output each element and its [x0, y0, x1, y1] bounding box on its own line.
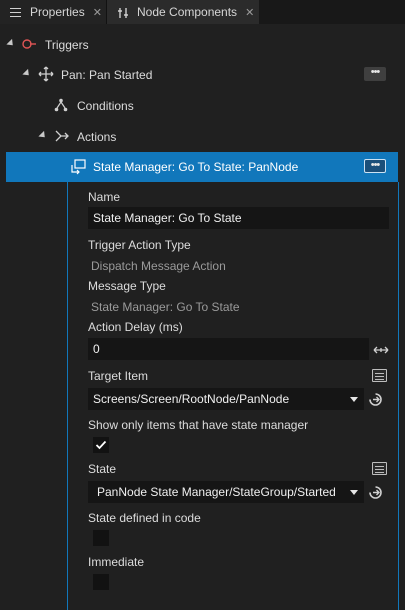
target-item-dropdown[interactable]: Screens/Screen/RootNode/PanNode	[88, 388, 364, 410]
tree-label-triggers: Triggers	[45, 38, 89, 52]
tab-properties-label: Properties	[30, 5, 85, 19]
message-type-value: State Manager: Go To State	[91, 300, 240, 314]
tab-bar: Properties ✕ Node Components ✕	[0, 0, 405, 24]
target-item-value: Screens/Screen/RootNode/PanNode	[93, 392, 290, 406]
conditions-icon	[54, 98, 68, 115]
state-defined-in-code-checkbox[interactable]	[93, 530, 109, 546]
expand-triangle-icon[interactable]	[38, 130, 48, 141]
tree-label-actions: Actions	[77, 130, 117, 144]
chevron-down-icon	[350, 397, 358, 402]
tab-properties[interactable]: Properties ✕	[0, 0, 107, 24]
target-item-label: Target Item	[88, 369, 149, 383]
state-defined-in-code-label: State defined in code	[88, 511, 201, 525]
name-field[interactable]: State Manager: Go To State	[88, 207, 389, 229]
more-options-button[interactable]: •••	[364, 67, 386, 81]
tree-row-pan[interactable]: Pan: Pan Started •••	[0, 59, 405, 90]
message-type-label: Message Type	[88, 279, 166, 293]
immediate-label: Immediate	[88, 555, 145, 569]
show-only-checkbox[interactable]	[93, 437, 109, 453]
name-label: Name	[88, 190, 121, 204]
tab-node-components[interactable]: Node Components ✕	[107, 0, 259, 24]
pan-icon	[38, 66, 54, 85]
tree-row-state-manager[interactable]: State Manager: Go To State: PanNode •••	[6, 152, 398, 182]
trigger-icon	[22, 38, 38, 53]
state-label: State	[88, 462, 117, 476]
tree-label-conditions: Conditions	[77, 99, 134, 113]
list-icon	[10, 7, 21, 18]
trigger-action-type-value: Dispatch Message Action	[91, 259, 226, 273]
reset-icon[interactable]	[368, 392, 383, 410]
pick-state-button[interactable]	[372, 462, 387, 475]
action-delay-field[interactable]: 0	[88, 338, 369, 360]
actions-icon	[55, 130, 69, 145]
tree-row-conditions[interactable]: Conditions	[0, 90, 405, 121]
pick-target-button[interactable]	[372, 369, 387, 382]
show-only-label: Show only items that have state manager	[88, 418, 309, 432]
tree-label-pan: Pan: Pan Started	[61, 68, 153, 82]
state-manager-icon	[70, 159, 86, 178]
close-icon[interactable]: ✕	[245, 6, 254, 19]
close-icon[interactable]: ✕	[93, 6, 102, 19]
state-value: PanNode State Manager/StateGroup/Started	[97, 485, 336, 499]
immediate-checkbox[interactable]	[93, 574, 109, 590]
tree-row-actions[interactable]: Actions	[0, 121, 405, 152]
state-dropdown[interactable]: PanNode State Manager/StateGroup/Started	[88, 481, 364, 503]
action-delay-label: Action Delay (ms)	[88, 320, 183, 334]
tab-node-components-label: Node Components	[137, 5, 238, 19]
expand-triangle-icon[interactable]	[22, 68, 32, 79]
more-options-button[interactable]: •••	[364, 159, 386, 173]
chevron-down-icon	[350, 490, 358, 495]
drag-resize-icon[interactable]	[373, 344, 389, 358]
tree-label-state-manager: State Manager: Go To State: PanNode	[93, 160, 299, 174]
node-components-icon	[117, 7, 128, 18]
trigger-action-type-label: Trigger Action Type	[88, 238, 191, 252]
tree-row-triggers[interactable]: Triggers	[0, 29, 405, 60]
expand-triangle-icon[interactable]	[6, 38, 16, 49]
checkmark-icon	[95, 440, 107, 450]
reset-icon[interactable]	[368, 485, 383, 503]
